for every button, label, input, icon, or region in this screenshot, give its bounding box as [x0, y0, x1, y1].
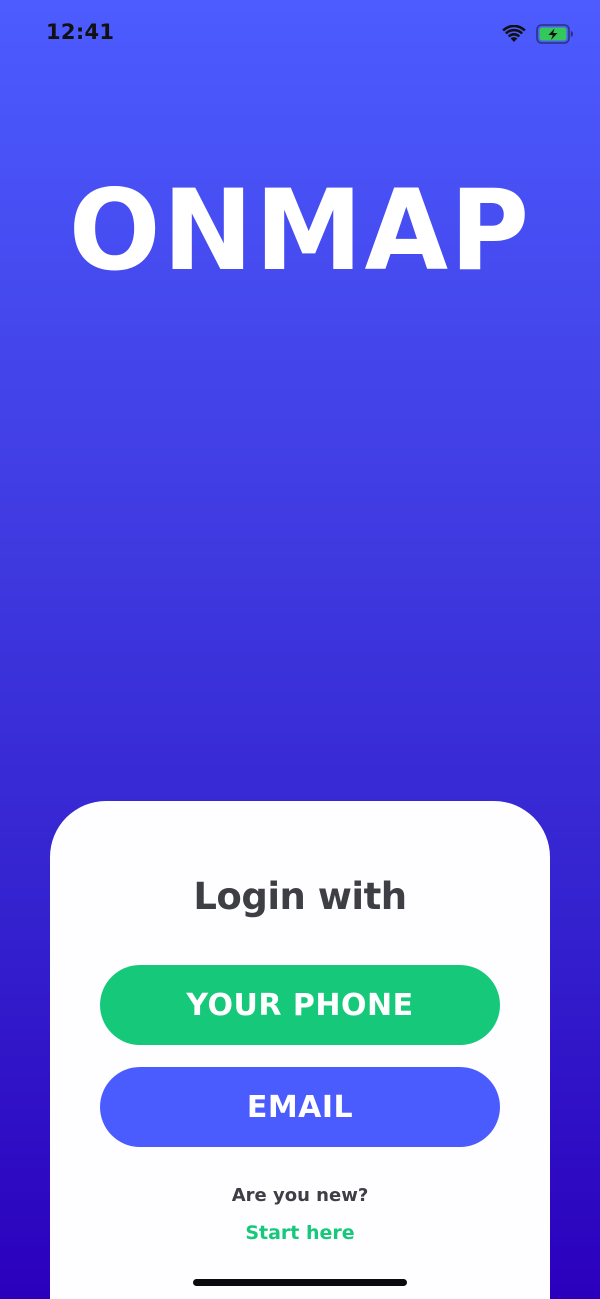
status-time: 12:41 — [46, 20, 115, 44]
login-card: Login with YOUR PHONE EMAIL Are you new?… — [50, 801, 550, 1299]
status-bar: 12:41 — [0, 0, 600, 70]
login-title: Login with — [193, 875, 407, 918]
new-user-prompt: Are you new? — [231, 1185, 369, 1206]
start-here-link[interactable]: Start here — [50, 1222, 550, 1244]
battery-charging-icon — [536, 24, 574, 44]
phone-login-button[interactable]: YOUR PHONE — [100, 965, 500, 1045]
wifi-icon — [502, 25, 526, 43]
app-logo: ONMAP — [68, 167, 532, 296]
home-indicator[interactable] — [193, 1279, 407, 1286]
status-icons — [502, 24, 574, 44]
email-login-button[interactable]: EMAIL — [100, 1067, 500, 1147]
